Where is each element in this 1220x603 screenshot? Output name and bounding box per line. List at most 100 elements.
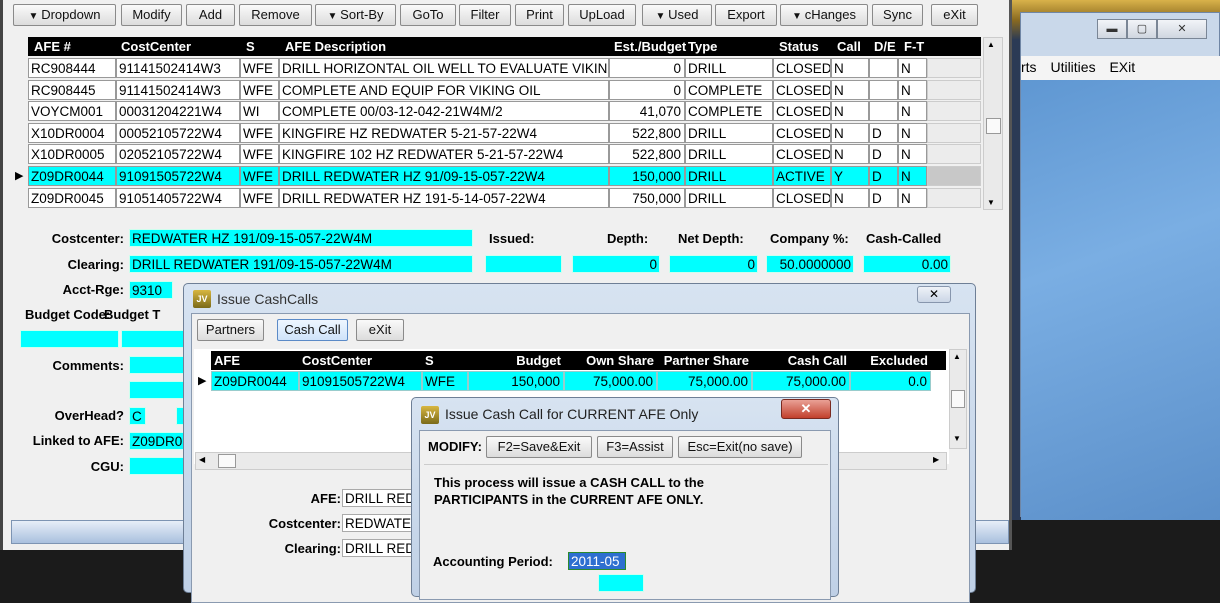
toolbar-goto-button[interactable]: GoTo (400, 4, 456, 26)
budget-code-field[interactable] (20, 330, 119, 348)
afe-cell[interactable]: X10DR0005 (28, 144, 116, 165)
column-header[interactable]: Budget (468, 351, 564, 370)
cashcall-cell[interactable]: 75,000.00 (657, 371, 752, 391)
close-button[interactable]: ✕ (1157, 19, 1207, 39)
afe-cell[interactable]: 91051405722W4 (116, 187, 240, 208)
afe-cell[interactable]: ACTIVE (773, 166, 831, 186)
cgu-field[interactable] (129, 457, 189, 475)
afe-cell[interactable]: DRILL (685, 122, 773, 143)
afe-cell[interactable]: DRILL (685, 187, 773, 208)
afe-cell[interactable]: 91141502414W3 (116, 79, 240, 100)
column-header[interactable]: S (243, 37, 255, 56)
afe-cell[interactable]: N (898, 58, 927, 78)
toolbar-changes-button[interactable]: ▼ cHanges (780, 4, 868, 26)
toolbar-dropdown-button[interactable]: ▼ Dropdown (13, 4, 116, 26)
cashcall-cell[interactable]: Z09DR0044 (211, 371, 299, 391)
afe-cell[interactable]: N (898, 79, 927, 100)
afe-cell[interactable]: WFE (240, 144, 279, 165)
column-header[interactable]: S (422, 351, 468, 370)
afe-cell[interactable]: WFE (240, 187, 279, 208)
acct-rge-field[interactable]: 9310 (129, 281, 173, 299)
toolbar-upload-button[interactable]: UpLoad (568, 4, 636, 26)
toolbar-used-button[interactable]: ▼ Used (642, 4, 712, 26)
accounting-period-field[interactable]: 2011-05 (568, 552, 626, 570)
afe-cell[interactable]: DRILL (685, 166, 773, 186)
afe-cell[interactable]: 0 (609, 79, 685, 100)
afe-cell[interactable]: COMPLETE (685, 101, 773, 122)
afe-cell[interactable]: WFE (240, 58, 279, 78)
afe-cell[interactable]: N (898, 101, 927, 122)
scroll-down-icon[interactable]: ▼ (953, 434, 961, 443)
menu-exit[interactable]: EXit (1109, 59, 1135, 75)
menu-reports[interactable]: rts (1021, 59, 1037, 75)
afe-cell[interactable]: 0 (609, 58, 685, 78)
column-header[interactable]: D/E (871, 37, 896, 56)
afe-cell[interactable]: Y (831, 166, 869, 186)
afe-cell[interactable]: N (831, 58, 869, 78)
afe-cell[interactable]: DRILL (685, 58, 773, 78)
scroll-up-icon[interactable]: ▲ (987, 40, 995, 49)
column-header[interactable]: Partner Share (657, 351, 752, 370)
afe-cell[interactable] (869, 101, 898, 122)
cashcall-cell[interactable]: 150,000 (468, 371, 564, 391)
afe-cell[interactable]: 02052105722W4 (116, 144, 240, 165)
afe-cell[interactable]: 750,000 (609, 187, 685, 208)
afe-cell[interactable]: CLOSED (773, 101, 831, 122)
toolbar-exit-button[interactable]: eXit (931, 4, 978, 26)
afe-cell[interactable]: COMPLETE 00/03-12-042-21W4M/2 (279, 101, 609, 122)
afe-cell[interactable]: N (831, 144, 869, 165)
cashcall-cell[interactable]: 75,000.00 (564, 371, 657, 391)
afe-cell[interactable]: VOYCM001 (28, 101, 116, 122)
column-header[interactable]: Call (834, 37, 861, 56)
afe-cell[interactable]: Z09DR0044 (28, 166, 116, 186)
afe-cell[interactable]: N (831, 122, 869, 143)
scroll-thumb[interactable] (986, 118, 1001, 134)
afe-cell[interactable]: D (869, 166, 898, 186)
scroll-down-icon[interactable]: ▼ (987, 198, 995, 207)
column-header[interactable]: CostCenter (299, 351, 422, 370)
afe-cell[interactable]: 00031204221W4 (116, 101, 240, 122)
afe-cell[interactable]: 41,070 (609, 101, 685, 122)
costcenter-field[interactable]: REDWATE (342, 514, 422, 532)
column-header[interactable]: AFE (211, 351, 299, 370)
minimize-button[interactable]: ▬ (1097, 19, 1127, 39)
comments-field-2[interactable] (129, 381, 189, 399)
column-header[interactable]: Status (776, 37, 819, 56)
afe-cell[interactable]: DRILL HORIZONTAL OIL WELL TO EVALUATE VI… (279, 58, 609, 78)
cash-called-field[interactable]: 0.00 (863, 255, 951, 273)
afe-cell[interactable]: RC908445 (28, 79, 116, 100)
afe-cell[interactable]: 91141502414W3 (116, 58, 240, 78)
afe-cell[interactable]: COMPLETE (685, 79, 773, 100)
afe-cell[interactable]: CLOSED (773, 187, 831, 208)
afe-cell[interactable]: KINGFIRE 102 HZ REDWATER 5-21-57-22W4 (279, 144, 609, 165)
clearing-field[interactable]: DRILL REDWATER 191/09-15-057-22W4M (129, 255, 473, 273)
close-icon[interactable]: ✕ (917, 286, 951, 303)
afe-cell[interactable]: WFE (240, 79, 279, 100)
afe-cell[interactable]: Z09DR0045 (28, 187, 116, 208)
afe-cell[interactable]: CLOSED (773, 58, 831, 78)
afe-cell[interactable]: 91091505722W4 (116, 166, 240, 186)
toolbar-filter-button[interactable]: Filter (459, 4, 511, 26)
afe-cell[interactable]: 00052105722W4 (116, 122, 240, 143)
afe-cell[interactable]: DRILL REDWATER HZ 91/09-15-057-22W4 (279, 166, 609, 186)
column-header[interactable]: Type (685, 37, 717, 56)
costcenter-field[interactable]: REDWATER HZ 191/09-15-057-22W4M (129, 229, 473, 247)
menu-utilities[interactable]: Utilities (1050, 59, 1095, 75)
column-header[interactable]: Est./Budget (611, 37, 686, 56)
cashcall-cell[interactable]: 75,000.00 (752, 371, 850, 391)
net-depth-field[interactable]: 0 (669, 255, 758, 273)
afe-grid-vscrollbar[interactable]: ▲ ▼ (983, 37, 1003, 210)
column-header[interactable]: AFE # (31, 37, 71, 56)
scroll-thumb[interactable] (951, 390, 965, 408)
column-header[interactable]: CostCenter (118, 37, 191, 56)
budget-type-field[interactable] (121, 330, 191, 348)
afe-cell[interactable]: RC908444 (28, 58, 116, 78)
depth-field[interactable]: 0 (572, 255, 660, 273)
afe-cell[interactable]: D (869, 122, 898, 143)
column-header[interactable]: Own Share (564, 351, 657, 370)
cashcall-cell[interactable]: 0.0 (850, 371, 931, 391)
afe-cell[interactable]: CLOSED (773, 79, 831, 100)
afe-cell[interactable]: WFE (240, 166, 279, 186)
comments-field-1[interactable] (129, 356, 189, 374)
scroll-right-icon[interactable]: ▶ (933, 455, 939, 464)
